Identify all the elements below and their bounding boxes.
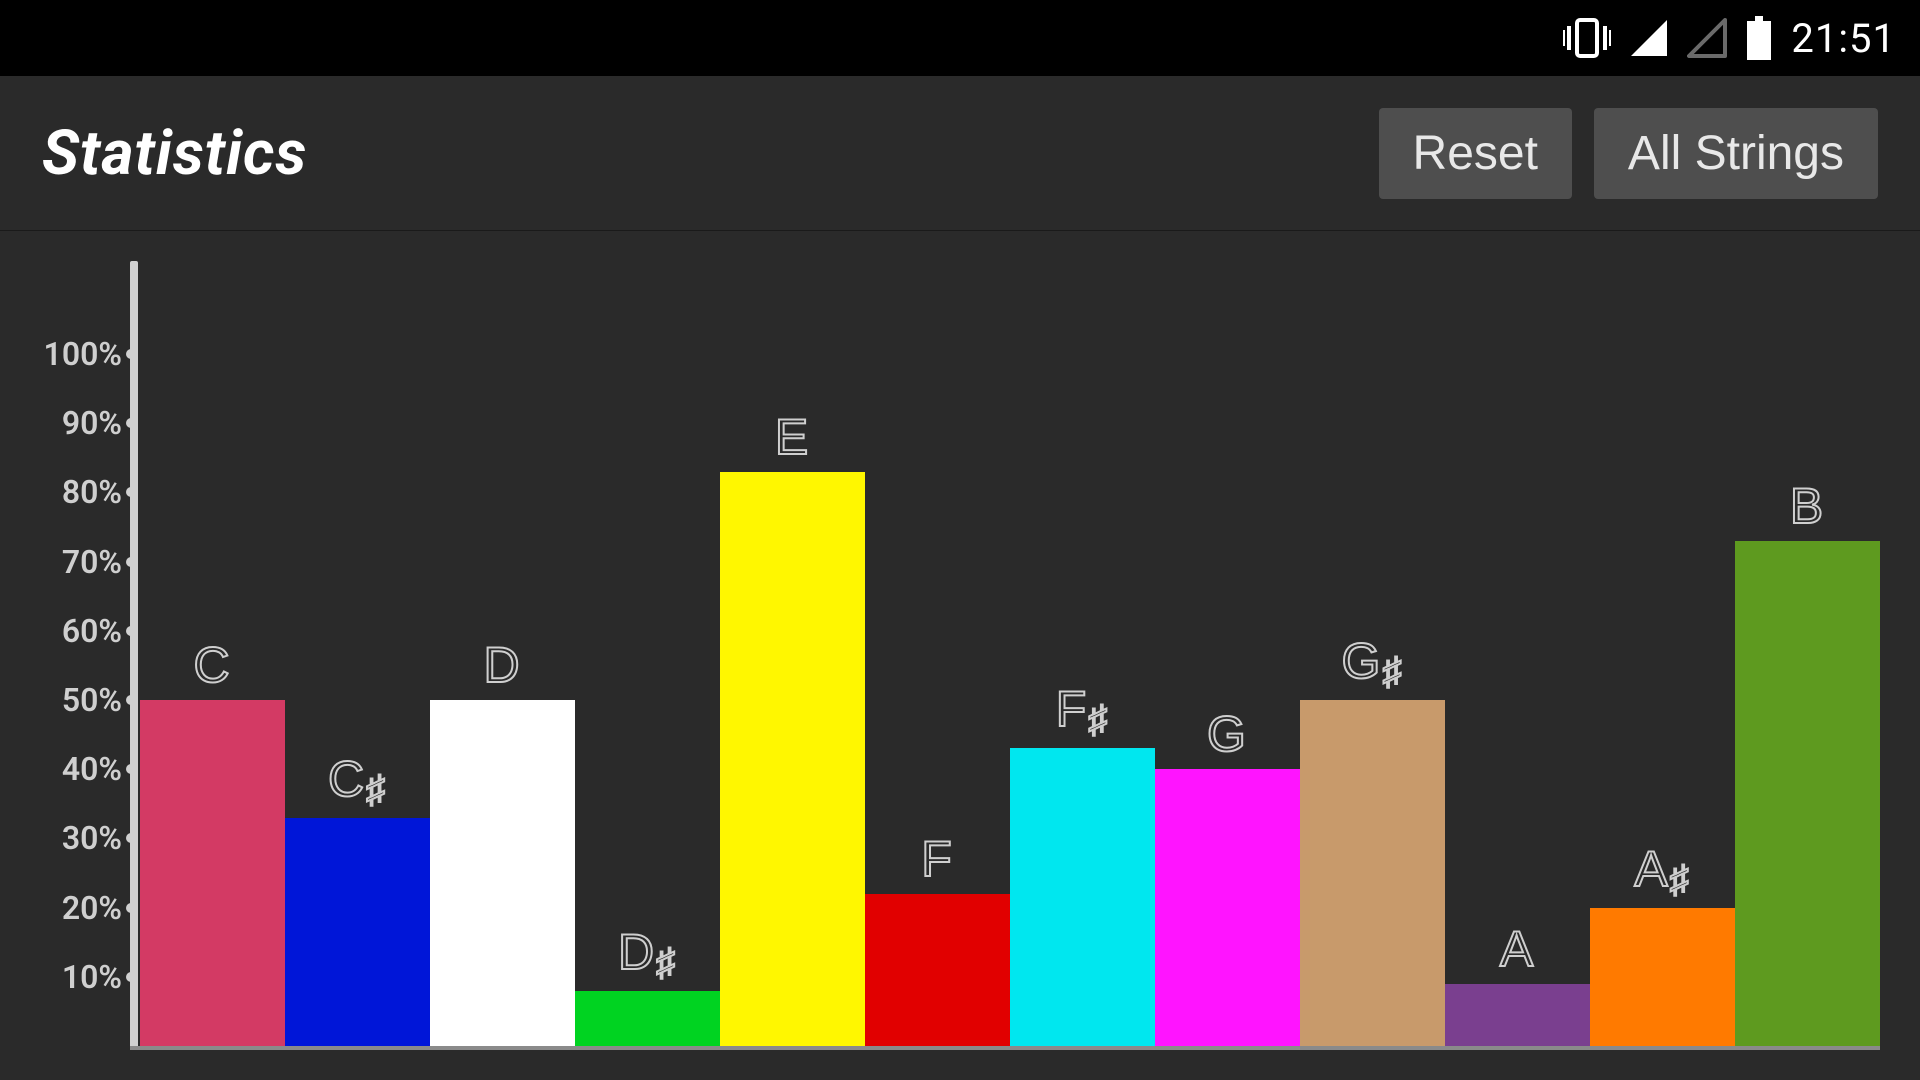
bar-Dsharp: D♯ [575, 991, 720, 1046]
bar-slot: F♯ [1010, 354, 1155, 1046]
y-tick: 60% [38, 612, 122, 650]
bar-C: C [140, 700, 285, 1046]
bar-label: G [1207, 705, 1248, 763]
bar-Fsharp: F♯ [1010, 748, 1155, 1046]
bar-slot: A [1445, 354, 1590, 1046]
bar-label: F♯ [1056, 680, 1110, 742]
bar-Csharp: C♯ [285, 818, 430, 1046]
x-axis [130, 1046, 1880, 1050]
bar-D: D [430, 700, 575, 1046]
bar-label: D [483, 636, 521, 694]
bar-E: E [720, 472, 865, 1046]
status-clock: 21:51 [1791, 15, 1896, 62]
y-tick: 40% [38, 750, 122, 788]
reset-button[interactable]: Reset [1379, 108, 1572, 199]
page-title: Statistics [42, 117, 307, 190]
bar-label: A [1500, 920, 1535, 978]
bar-F: F [865, 894, 1010, 1046]
bar-slot: A♯ [1590, 354, 1735, 1046]
y-tick: 70% [38, 543, 122, 581]
strings-filter-button[interactable]: All Strings [1594, 108, 1878, 199]
bar-label: A♯ [1634, 840, 1690, 902]
bar-label: D♯ [618, 923, 677, 985]
bar-label: G♯ [1342, 632, 1404, 694]
bar-slot: C [140, 354, 285, 1046]
signal-empty-icon [1687, 18, 1727, 58]
bar-G: G [1155, 769, 1300, 1046]
plot-region: CC♯DD♯EFF♯GG♯AA♯B [140, 354, 1880, 1046]
bar-slot: D♯ [575, 354, 720, 1046]
vibrate-icon [1563, 16, 1611, 60]
bar-label: E [775, 408, 810, 466]
bar-slot: B [1735, 354, 1880, 1046]
y-tick: 50% [38, 681, 122, 719]
bar-slot: F [865, 354, 1010, 1046]
header-buttons: Reset All Strings [1379, 108, 1878, 199]
chart-area: 10%20%30%40%50%60%70%80%90%100% CC♯DD♯EF… [0, 231, 1920, 1080]
bar-Asharp: A♯ [1590, 908, 1735, 1046]
bar-slot: G♯ [1300, 354, 1445, 1046]
battery-icon [1745, 16, 1773, 60]
y-tick: 100% [38, 335, 122, 373]
bar-B: B [1735, 541, 1880, 1046]
bar-slot: G [1155, 354, 1300, 1046]
bar-label: C [193, 636, 231, 694]
bar-slot: E [720, 354, 865, 1046]
y-tick: 90% [38, 404, 122, 442]
android-status-bar: 21:51 [0, 0, 1920, 76]
statistics-bar-chart: 10%20%30%40%50%60%70%80%90%100% CC♯DD♯EF… [130, 261, 1880, 1050]
y-tick: 20% [38, 889, 122, 927]
bar-label: F [921, 830, 954, 888]
bar-label: C♯ [328, 750, 387, 812]
signal-full-icon [1629, 18, 1669, 58]
y-tick: 30% [38, 819, 122, 857]
bar-slot: C♯ [285, 354, 430, 1046]
bar-A: A [1445, 984, 1590, 1046]
y-tick: 10% [38, 958, 122, 996]
bar-slot: D [430, 354, 575, 1046]
bar-label: B [1790, 477, 1825, 535]
bar-Gsharp: G♯ [1300, 700, 1445, 1046]
app-header: Statistics Reset All Strings [0, 76, 1920, 231]
y-axis [130, 261, 138, 1050]
y-tick: 80% [38, 473, 122, 511]
